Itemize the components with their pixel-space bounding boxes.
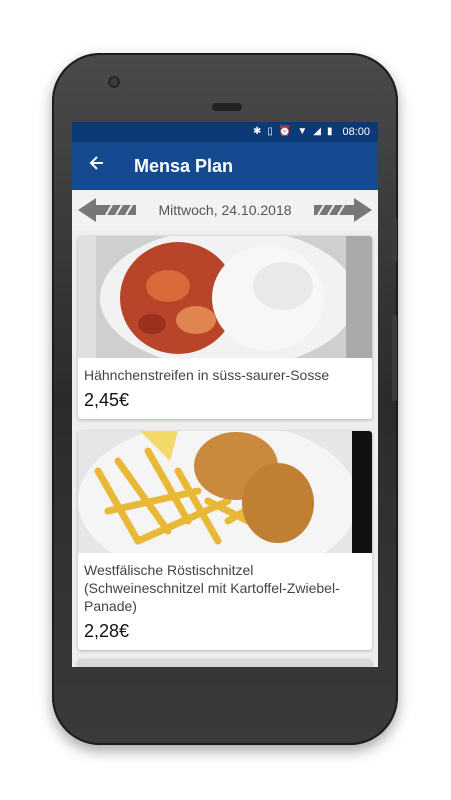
- earpiece-speaker: [212, 103, 242, 111]
- arrow-prev-icon[interactable]: [78, 197, 136, 223]
- meal-price: 2,28€: [84, 621, 130, 641]
- lte-signal-icon: ◢: [313, 126, 321, 137]
- screen: ✱ ▯ ⏰ ▼ ◢ ▮ 08:00 Mensa Plan Mittwoch, 2…: [72, 122, 378, 667]
- status-time: 08:00: [342, 126, 370, 138]
- app-bar: Mensa Plan: [72, 142, 378, 190]
- arrow-next-icon[interactable]: [314, 197, 372, 223]
- battery-icon: ▮: [326, 126, 333, 137]
- meal-name: Westfälische Röstischnitzel (Schweinesch…: [84, 562, 340, 614]
- bluetooth-icon: ✱: [252, 126, 262, 137]
- meal-photo: [78, 236, 372, 358]
- vibrate-icon: ▯: [267, 126, 273, 137]
- wifi-icon: ▼: [297, 126, 308, 137]
- meal-price: 2,45€: [84, 390, 130, 410]
- arrow-left-icon[interactable]: [72, 154, 122, 178]
- volume-button: [392, 315, 397, 401]
- meal-card[interactable]: [78, 659, 372, 667]
- date-navigation: Mittwoch, 24.10.2018: [72, 190, 378, 230]
- front-camera: [108, 76, 120, 88]
- alarm-icon: ⏰: [278, 126, 292, 137]
- meal-name: Hähnchenstreifen in süss-saurer-Sosse: [84, 367, 330, 383]
- page-title: Mensa Plan: [134, 155, 234, 176]
- status-bar: ✱ ▯ ⏰ ▼ ◢ ▮ 08:00: [72, 122, 378, 142]
- power-button: [392, 218, 397, 262]
- meal-photo: [78, 431, 372, 553]
- meal-card[interactable]: Hähnchenstreifen in süss-saurer-Sosse 2,…: [78, 236, 372, 419]
- meal-card[interactable]: Westfälische Röstischnitzel (Schweinesch…: [78, 431, 372, 650]
- date-label: Mittwoch, 24.10.2018: [158, 202, 292, 218]
